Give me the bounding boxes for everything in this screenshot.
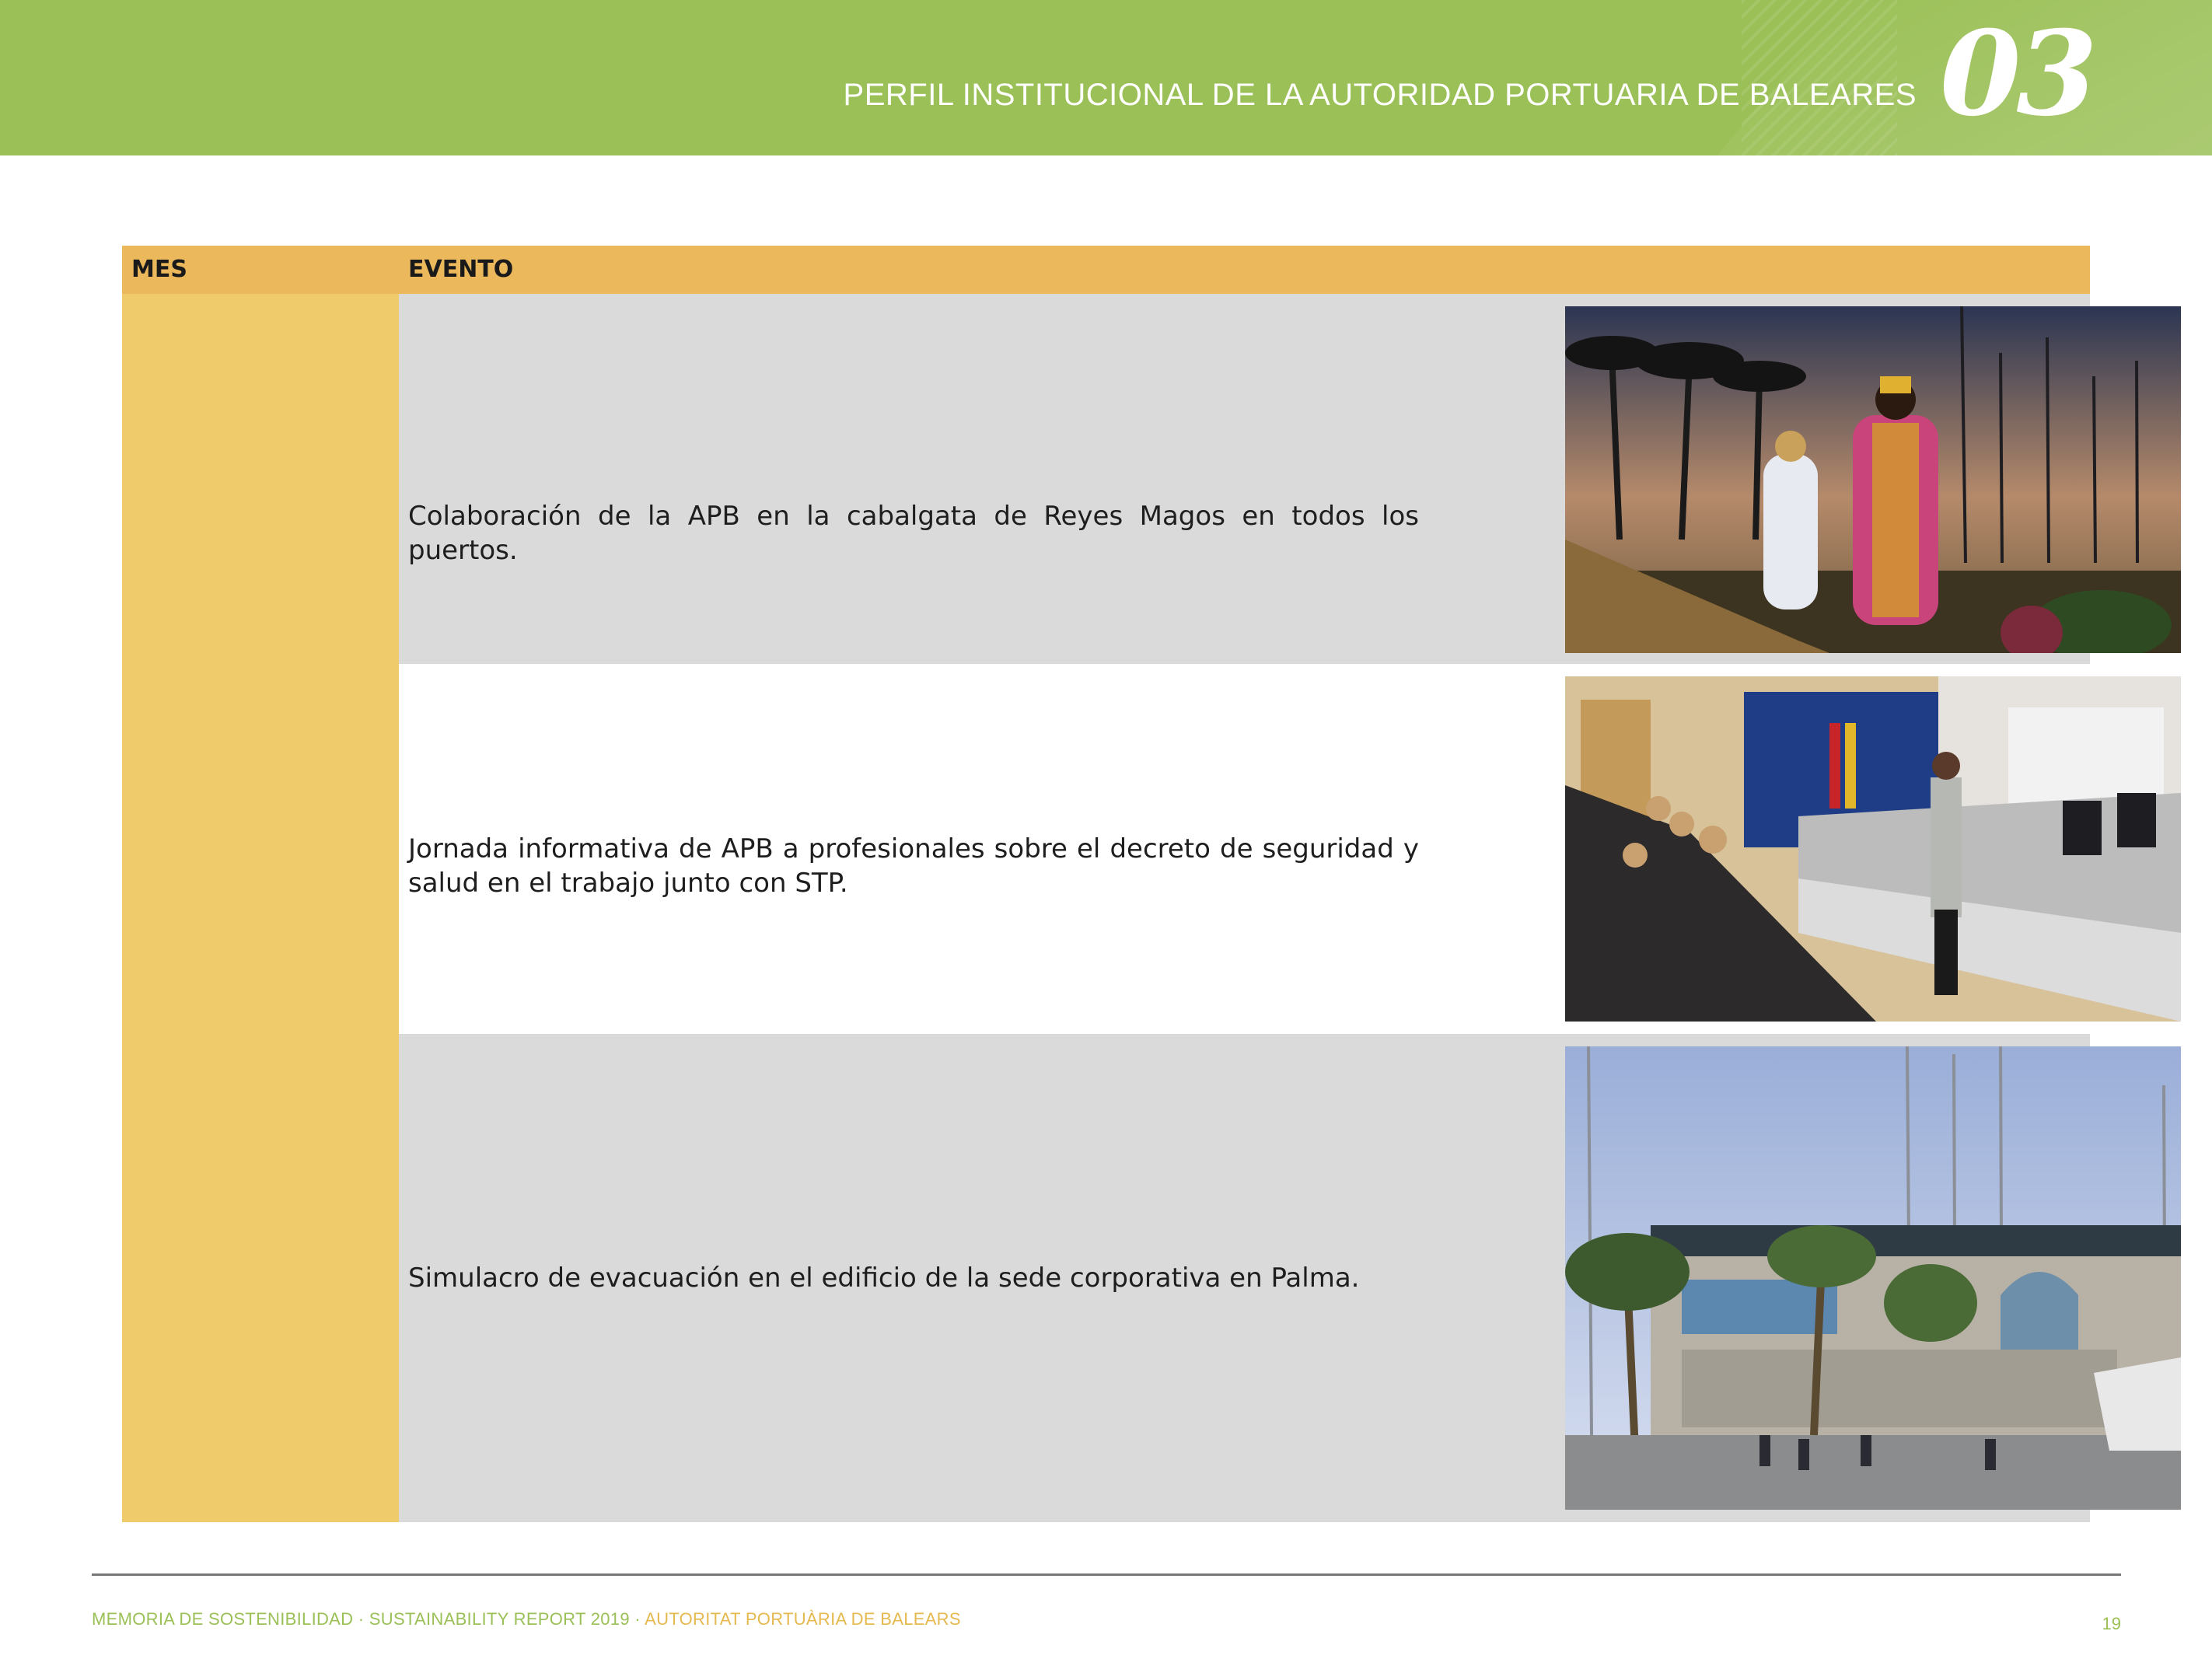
chapter-header-band: PERFIL INSTITUCIONAL DE LA AUTORIDAD POR… (0, 0, 2212, 155)
three-kings-parade-photo (1565, 306, 2181, 653)
headquarters-evacuation-photo (1565, 1046, 2181, 1510)
event-description: Simulacro de evacuación en el edificio d… (408, 1263, 1360, 1294)
footer-divider (92, 1573, 2121, 1576)
information-session-photo (1565, 676, 2181, 1022)
table-header-row: MES EVENTO (122, 246, 2090, 294)
page-number: 19 (2102, 1614, 2121, 1633)
table-row: Colaboración de la APB en la cabalgata d… (399, 294, 2181, 664)
column-header-evento: EVENTO (408, 256, 514, 283)
table-row: Simulacro de evacuación en el edificio d… (399, 1034, 2181, 1522)
footer-organization: AUTORITAT PORTUÀRIA DE BALEARS (645, 1609, 961, 1629)
footer-credits: MEMORIA DE SOSTENIBILIDAD · SUSTAINABILI… (92, 1609, 961, 1629)
month-cell (122, 294, 399, 1522)
chapter-title: PERFIL INSTITUCIONAL DE LA AUTORIDAD POR… (843, 78, 1917, 112)
footer-report-title: MEMORIA DE SOSTENIBILIDAD · SUSTAINABILI… (92, 1609, 645, 1629)
chapter-number: 03 (1940, 5, 2098, 142)
event-description: Jornada informativa de APB a profesional… (408, 833, 1419, 899)
table-row: Jornada informativa de APB a profesional… (399, 664, 2181, 1034)
column-header-mes: MES (131, 256, 187, 283)
event-description: Colaboración de la APB en la cabalgata d… (408, 501, 1419, 566)
events-table: MES EVENTO Colaboración de la APB en la … (122, 246, 2181, 1522)
